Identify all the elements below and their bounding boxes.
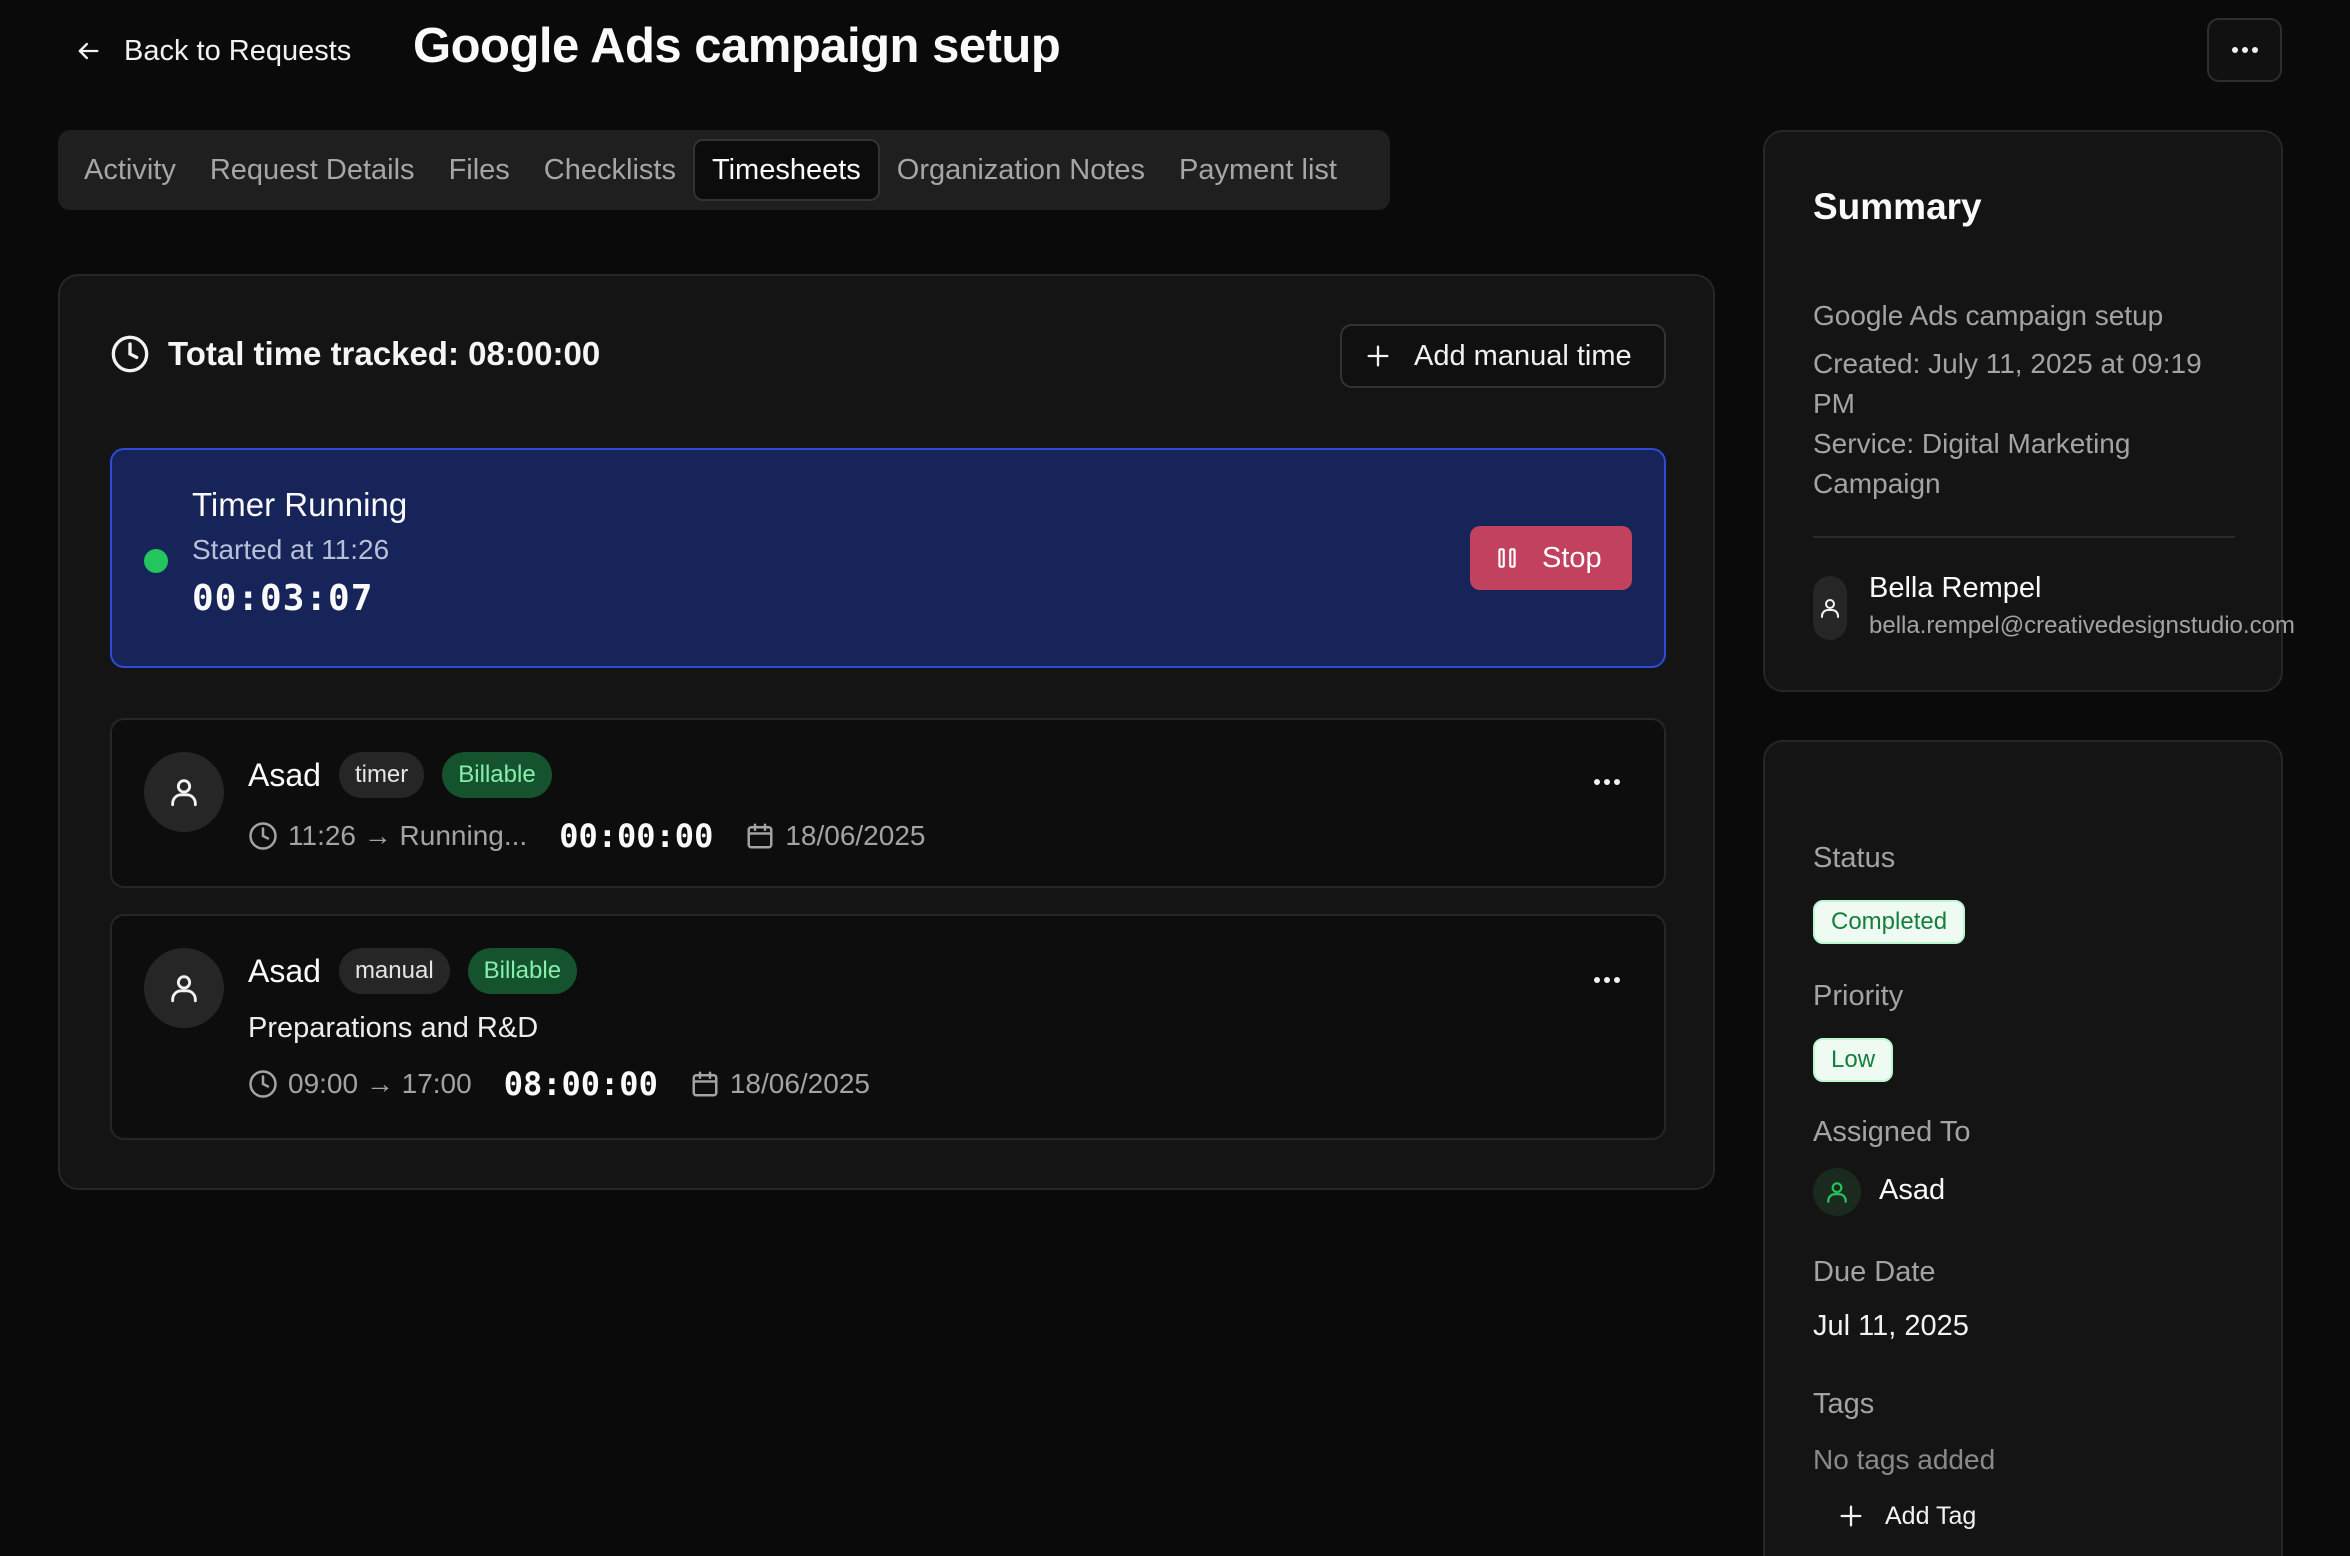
tab-bar: Activity Request Details Files Checklist…	[58, 130, 1390, 210]
tab-checklists[interactable]: Checklists	[527, 139, 693, 201]
priority-badge[interactable]: Low	[1813, 1038, 1894, 1082]
entry-user-name: Asad	[248, 952, 321, 989]
time-entry: Asad manual Billable Preparations and R&…	[110, 914, 1666, 1140]
more-horizontal-icon	[2231, 47, 2258, 53]
total-time-row: Total time tracked: 08:00:00	[110, 332, 600, 376]
timesheet-panel: Total time tracked: 08:00:00 Add manual …	[58, 274, 1715, 1190]
tab-organization-notes[interactable]: Organization Notes	[880, 139, 1162, 201]
due-date-label: Due Date	[1813, 1256, 1936, 1288]
add-manual-time-label: Add manual time	[1414, 339, 1632, 372]
running-timer-card: Timer Running Started at 11:26 00:03:07 …	[110, 448, 1666, 668]
timer-status-dot	[144, 549, 168, 573]
user-avatar	[144, 948, 224, 1028]
tab-files[interactable]: Files	[432, 139, 527, 201]
more-options-button[interactable]	[2207, 18, 2282, 82]
entry-header: Asad manual Billable	[248, 946, 578, 996]
entry-user-name: Asad	[248, 756, 321, 793]
entry-more-button[interactable]	[1582, 960, 1632, 1000]
no-tags-text: No tags added	[1813, 1444, 1996, 1475]
entry-type-badge: manual	[338, 948, 450, 994]
arrow-left-icon	[78, 42, 99, 60]
details-panel: Status Completed Priority Low Assigned T…	[1763, 740, 2283, 1556]
assigned-to-label: Assigned To	[1813, 1116, 1971, 1148]
entry-date: 18/06/2025	[729, 1068, 870, 1099]
summary-title: Summary	[1813, 186, 1982, 227]
user-icon	[171, 975, 197, 1003]
tab-timesheets[interactable]: Timesheets	[692, 139, 880, 201]
user-avatar	[144, 752, 224, 832]
status-label: Status	[1813, 842, 1896, 874]
status-badge[interactable]: Completed	[1813, 900, 1966, 944]
plus-icon	[1367, 345, 1389, 367]
add-tag-label: Add Tag	[1885, 1501, 1977, 1530]
entry-date: 18/06/2025	[785, 820, 926, 851]
timer-title: Timer Running	[192, 486, 408, 523]
more-horizontal-icon	[1594, 779, 1620, 785]
stop-timer-button[interactable]: Stop	[1470, 526, 1632, 590]
timer-started-at: Started at 11:26	[192, 534, 390, 565]
entry-time-range: 09:00 → 17:00	[288, 1068, 472, 1099]
user-icon	[1827, 1182, 1847, 1203]
clock-icon	[111, 335, 149, 373]
tags-label: Tags	[1813, 1388, 1875, 1420]
entry-header: Asad timer Billable	[248, 750, 552, 800]
entry-meta: 09:00 → 17:00 08:00:00 18/06/2025	[248, 1064, 870, 1104]
entry-duration: 00:00:00	[559, 817, 714, 855]
page-title: Google Ads campaign setup	[413, 19, 1061, 73]
entry-type-badge: timer	[338, 752, 425, 798]
user-icon	[171, 779, 197, 807]
entry-more-button[interactable]	[1582, 762, 1632, 802]
pause-icon	[1498, 548, 1516, 568]
tab-activity[interactable]: Activity	[67, 139, 193, 201]
total-time-label: Total time tracked: 08:00:00	[168, 335, 601, 372]
summary-request-name: Google Ads campaign setup	[1813, 300, 2164, 331]
plus-icon	[1840, 1505, 1862, 1527]
user-icon	[1821, 599, 1839, 618]
client-email: bella.rempel@creativedesignstudio.com	[1869, 612, 2295, 639]
more-horizontal-icon	[1594, 977, 1620, 983]
client-name: Bella Rempel	[1869, 572, 2042, 604]
assignee-avatar	[1813, 1168, 1861, 1216]
tab-payment-list[interactable]: Payment list	[1162, 139, 1354, 201]
billable-badge: Billable	[467, 948, 578, 994]
entry-description: Preparations and R&D	[248, 1012, 539, 1044]
due-date-value: Jul 11, 2025	[1813, 1310, 1969, 1342]
add-tag-button[interactable]: Add Tag	[1837, 1496, 1976, 1536]
entry-duration: 08:00:00	[503, 1065, 658, 1103]
summary-panel: Summary Google Ads campaign setup Create…	[1763, 130, 2295, 692]
summary-divider	[1813, 536, 2235, 538]
entry-time-range: 11:26 → Running...	[288, 820, 528, 851]
back-to-requests-link[interactable]: Back to Requests	[74, 28, 351, 74]
stop-label: Stop	[1542, 541, 1602, 574]
priority-label: Priority	[1813, 980, 1904, 1012]
time-entry: Asad timer Billable 11:26 → Running... 0…	[110, 718, 1666, 888]
summary-service: Service: Digital Marketing Campaign	[1813, 428, 2131, 499]
calendar-icon	[692, 1071, 718, 1097]
entry-meta: 11:26 → Running... 00:00:00 18/06/2025	[248, 816, 925, 856]
back-link-label: Back to Requests	[124, 34, 352, 67]
billable-badge: Billable	[442, 752, 552, 798]
timer-elapsed: 00:03:07	[192, 578, 374, 619]
clock-icon	[249, 1070, 277, 1098]
add-manual-time-button[interactable]: Add manual time	[1340, 324, 1666, 388]
clock-icon	[249, 822, 277, 850]
client-avatar	[1813, 576, 1847, 640]
assignee-name[interactable]: Asad	[1879, 1174, 1945, 1207]
summary-created: Created: July 11, 2025 at 09:19 PM	[1813, 348, 2202, 419]
calendar-icon	[747, 823, 773, 849]
tab-request-details[interactable]: Request Details	[193, 139, 432, 201]
